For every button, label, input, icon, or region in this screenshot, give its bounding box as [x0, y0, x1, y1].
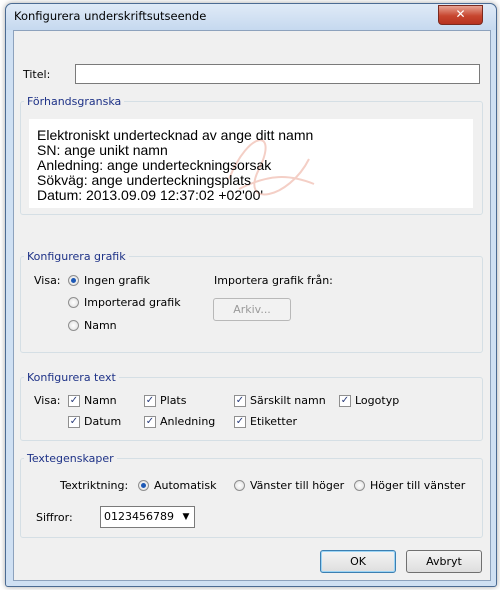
preview-line-name: Elektroniskt undertecknad av ange ditt n…	[37, 127, 314, 143]
preview-line-sn: SN: ange unikt namn	[37, 142, 168, 158]
graphics-legend: Konfigurera grafik	[24, 250, 129, 263]
checkbox-date[interactable]: ✓	[68, 416, 80, 428]
preview-line-location: Sökväg: ange underteckningsplats	[37, 172, 252, 188]
checkbox-reason-label: Anledning	[160, 415, 216, 428]
text-config-group	[20, 377, 483, 441]
checkbox-location-label: Plats	[160, 394, 187, 407]
import-graphic-label: Importera grafik från:	[214, 274, 333, 287]
radio-direction-auto[interactable]	[138, 480, 149, 491]
text-show-label: Visa:	[34, 394, 61, 407]
radio-name-graphic[interactable]	[68, 320, 79, 331]
checkbox-labels-label: Etiketter	[250, 415, 297, 428]
digits-select-value: 0123456789	[104, 510, 174, 523]
dialog-body: Titel: Förhandsgranska Elektroniskt unde…	[13, 30, 491, 581]
radio-imported-graphic[interactable]	[68, 297, 79, 308]
radio-name-graphic-label: Namn	[84, 319, 117, 332]
digits-label: Siffror:	[36, 511, 73, 524]
check-icon: ✓	[145, 416, 155, 427]
file-button[interactable]: Arkiv...	[213, 298, 291, 321]
radio-no-graphic[interactable]	[68, 275, 79, 286]
cancel-button[interactable]: Avbryt	[406, 550, 482, 573]
check-icon: ✓	[145, 395, 155, 406]
title-bar[interactable]: Konfigurera underskriftsutseende ✕	[6, 4, 496, 30]
checkbox-distinguished-name[interactable]: ✓	[234, 395, 246, 407]
title-input[interactable]	[75, 64, 480, 84]
radio-imported-graphic-label: Importerad grafik	[84, 296, 181, 309]
radio-direction-ltr-label: Vänster till höger	[250, 479, 345, 492]
text-config-legend: Konfigurera text	[24, 371, 119, 384]
checkbox-reason[interactable]: ✓	[144, 416, 156, 428]
graphics-show-label: Visa:	[34, 274, 61, 287]
check-icon: ✓	[69, 416, 79, 427]
checkbox-name[interactable]: ✓	[68, 395, 80, 407]
text-properties-legend: Textegenskaper	[24, 452, 117, 465]
check-icon: ✓	[69, 395, 79, 406]
text-direction-label: Textriktning:	[60, 479, 129, 492]
radio-direction-rtl[interactable]	[354, 480, 365, 491]
radio-direction-ltr[interactable]	[234, 480, 245, 491]
check-icon: ✓	[235, 416, 245, 427]
signature-preview: Elektroniskt undertecknad av ange ditt n…	[29, 119, 473, 208]
ok-button[interactable]: OK	[320, 550, 396, 573]
radio-direction-rtl-label: Höger till vänster	[370, 479, 466, 492]
checkbox-date-label: Datum	[84, 415, 122, 428]
checkbox-distinguished-name-label: Särskilt namn	[250, 394, 326, 407]
check-icon: ✓	[235, 395, 245, 406]
chevron-down-icon: ▼	[182, 512, 190, 522]
checkbox-logo[interactable]: ✓	[339, 395, 351, 407]
preview-legend: Förhandsgranska	[24, 95, 125, 108]
radio-no-graphic-label: Ingen grafik	[84, 274, 150, 287]
checkbox-location[interactable]: ✓	[144, 395, 156, 407]
digits-select[interactable]: 0123456789 ▼	[100, 506, 195, 528]
preview-line-date: Datum: 2013.09.09 12:37:02 +02'00'	[37, 187, 264, 203]
dialog-window: Konfigurera underskriftsutseende ✕ Titel…	[5, 3, 497, 587]
checkbox-labels[interactable]: ✓	[234, 416, 246, 428]
checkbox-logo-label: Logotyp	[355, 394, 400, 407]
radio-direction-auto-label: Automatisk	[154, 479, 217, 492]
window-title: Konfigurera underskriftsutseende	[14, 9, 207, 23]
text-properties-group	[20, 458, 483, 538]
check-icon: ✓	[340, 395, 350, 406]
checkbox-name-label: Namn	[84, 394, 117, 407]
close-button[interactable]: ✕	[438, 5, 483, 25]
title-label: Titel:	[23, 68, 51, 81]
close-icon: ✕	[455, 7, 466, 21]
preview-line-reason: Anledning: ange underteckningsorsak	[37, 157, 272, 173]
